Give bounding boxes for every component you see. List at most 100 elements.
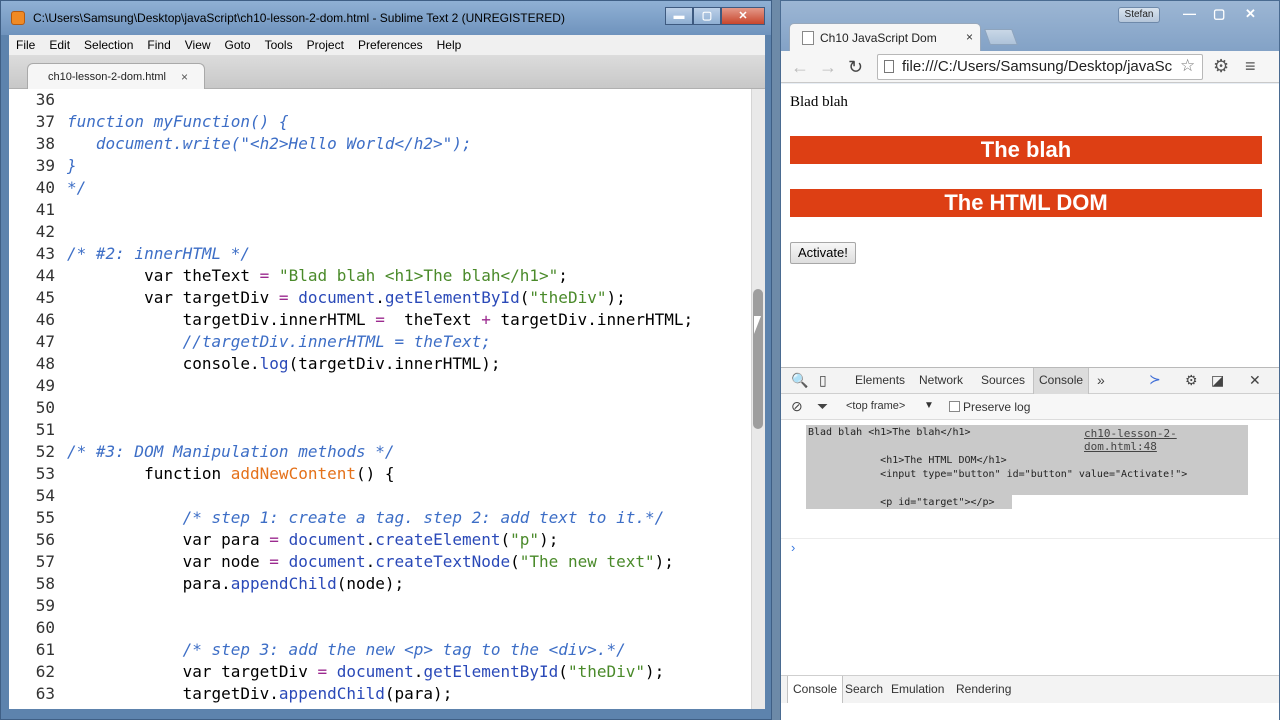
forward-icon[interactable]: →: [819, 57, 837, 78]
chrome-close-button[interactable]: ✕: [1245, 6, 1256, 22]
url-text[interactable]: file:///C:/Users/Samsung/Desktop/javaScr…: [902, 58, 1172, 75]
search-icon[interactable]: 🔍: [791, 372, 808, 389]
dock-icon[interactable]: ◪: [1211, 372, 1224, 389]
menu-view[interactable]: View: [178, 35, 218, 55]
minimize-button[interactable]: ▬: [665, 7, 693, 25]
menu-project[interactable]: Project: [300, 35, 351, 55]
code-token: =: [269, 552, 279, 571]
code-token: var: [67, 552, 222, 571]
menu-goto[interactable]: Goto: [218, 35, 258, 55]
tab-console[interactable]: Console: [1033, 368, 1090, 394]
menu-file[interactable]: File: [9, 35, 42, 55]
browser-tab[interactable]: Ch10 JavaScript Dom ×: [789, 23, 981, 51]
clear-console-icon[interactable]: ⊘: [791, 398, 803, 415]
code-token: .: [413, 662, 424, 681]
code-token: document: [336, 662, 414, 681]
source-link[interactable]: ch10-lesson-2-dom.html:48: [1084, 427, 1248, 453]
console-prompt-icon[interactable]: ›: [791, 540, 795, 555]
devtools-tabbar: 🔍 ▯ Elements Network Sources Console » ≻…: [781, 368, 1279, 394]
user-badge[interactable]: Stefan: [1118, 7, 1160, 23]
code-token: function: [67, 464, 231, 483]
editor-scroll-thumb[interactable]: [753, 289, 763, 429]
code-token: node: [221, 552, 270, 571]
drawer-tab-search[interactable]: Search: [840, 676, 888, 703]
frame-selector[interactable]: <top frame>: [846, 400, 905, 412]
frame-dropdown-icon[interactable]: ▼: [924, 400, 934, 411]
close-tab-icon[interactable]: ×: [181, 70, 188, 84]
sublime-titlebar[interactable]: C:\Users\Samsung\Desktop\javaScript\ch10…: [1, 1, 771, 35]
code-token: =: [317, 662, 328, 681]
back-icon[interactable]: ←: [791, 57, 809, 78]
close-devtools-icon[interactable]: ✕: [1249, 372, 1261, 389]
new-tab-button[interactable]: [984, 29, 1018, 45]
menu-preferences[interactable]: Preferences: [351, 35, 430, 55]
file-tab[interactable]: ch10-lesson-2-dom.html ×: [27, 63, 205, 89]
menu-help[interactable]: Help: [430, 35, 469, 55]
line-number: 37: [35, 112, 55, 131]
code-line: var targetDiv = document.getElementById(…: [67, 662, 665, 681]
code-line: targetDiv.innerHTML = theText + targetDi…: [67, 310, 694, 329]
preserve-log-checkbox[interactable]: [949, 401, 960, 412]
activate-button[interactable]: Activate!: [790, 242, 856, 264]
code-token: */: [67, 178, 87, 197]
close-button[interactable]: ✕: [721, 7, 765, 25]
code-token: appendChild: [230, 574, 337, 593]
code-line: /* #3: DOM Manipulation methods */: [67, 442, 395, 461]
line-number: 41: [35, 200, 55, 219]
devtools-settings-icon[interactable]: ⚙: [1185, 372, 1198, 389]
tab-network[interactable]: Network: [914, 368, 968, 394]
reload-icon[interactable]: ↻: [848, 57, 863, 78]
drawer-tab-console[interactable]: Console: [787, 676, 844, 703]
code-token: .: [365, 530, 376, 549]
close-tab-icon[interactable]: ×: [966, 30, 973, 44]
preserve-log-label: Preserve log: [963, 400, 1031, 414]
code-token: "theDiv": [529, 288, 607, 307]
settings-icon[interactable]: ⚙: [1213, 56, 1229, 77]
code-token: .: [375, 288, 385, 307]
line-number: 57: [35, 552, 55, 571]
drawer-tab-emulation[interactable]: Emulation: [886, 676, 949, 703]
address-bar[interactable]: file:///C:/Users/Samsung/Desktop/javaScr…: [877, 54, 1203, 80]
code-token: document.write("<h2>Hello World</h2>");: [67, 134, 472, 153]
menu-edit[interactable]: Edit: [42, 35, 77, 55]
code-editor[interactable]: 36 37 function myFunction() {38 document.w…: [9, 89, 765, 709]
code-token: (targetDiv.innerHTML);: [288, 354, 501, 373]
code-token: =: [269, 530, 279, 549]
code-token: =: [375, 310, 385, 329]
code-line: function myFunction() {: [67, 112, 289, 131]
code-token: theText: [384, 310, 482, 329]
menu-tools[interactable]: Tools: [258, 35, 300, 55]
more-tabs-icon[interactable]: »: [1097, 372, 1105, 388]
maximize-button[interactable]: ▢: [693, 7, 721, 25]
code-token: para: [221, 530, 270, 549]
code-token: /* step 1: create a tag. step 2: add tex…: [67, 508, 665, 527]
filter-icon[interactable]: ⏷: [817, 398, 828, 415]
chrome-window: Stefan — ▢ ✕ Ch10 JavaScript Dom × ← → ↻…: [780, 0, 1280, 720]
line-number: 40: [35, 178, 55, 197]
chrome-minimize-button[interactable]: —: [1183, 6, 1196, 21]
tab-elements[interactable]: Elements: [850, 368, 910, 394]
sublime-app-icon: [11, 11, 25, 25]
chrome-maximize-button[interactable]: ▢: [1213, 6, 1225, 22]
code-line: /* #2: innerHTML */: [67, 244, 250, 263]
console-line: <h1>The HTML DOM</h1>: [826, 455, 1007, 466]
code-line: var para = document.createElement("p");: [67, 530, 559, 549]
code-token: );: [654, 552, 674, 571]
menu-find[interactable]: Find: [140, 35, 177, 55]
console-drawer-icon[interactable]: ≻: [1149, 371, 1161, 388]
line-number: 38: [35, 134, 55, 153]
code-token: log: [259, 354, 289, 373]
device-mode-icon[interactable]: ▯: [819, 372, 827, 389]
menu-selection[interactable]: Selection: [77, 35, 140, 55]
tab-sources[interactable]: Sources: [976, 368, 1030, 394]
bookmark-star-icon[interactable]: ☆: [1180, 56, 1195, 76]
menu-icon[interactable]: ≡: [1245, 56, 1256, 77]
chrome-titlebar[interactable]: Stefan — ▢ ✕ Ch10 JavaScript Dom ×: [781, 1, 1279, 51]
drawer-tab-rendering[interactable]: Rendering: [951, 676, 1016, 703]
line-number: 52: [35, 442, 55, 461]
line-number: 54: [35, 486, 55, 505]
code-token: .: [365, 552, 376, 571]
